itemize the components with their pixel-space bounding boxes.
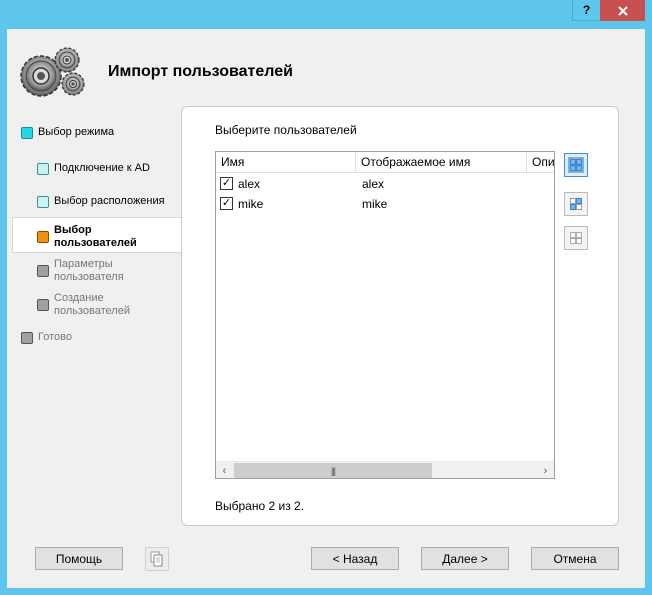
copy-log-button[interactable] — [145, 547, 169, 571]
step-indicator — [37, 265, 49, 277]
column-header-display-name[interactable]: Отображаемое имя — [356, 152, 527, 173]
step-indicator — [37, 162, 49, 175]
step-label: Готово — [38, 331, 72, 343]
step-label: Параметры пользователя — [54, 258, 124, 283]
list-item[interactable]: ✓ mike mike — [216, 194, 554, 214]
invert-selection-button[interactable] — [564, 192, 588, 216]
row-display-name: alex — [362, 177, 385, 191]
step-select-location: Выбор расположения — [37, 195, 165, 208]
step-user-parameters: Параметры пользователя — [37, 258, 124, 284]
titlebar: ? — [0, 0, 652, 29]
copy-icon — [150, 551, 163, 567]
row-name: mike — [238, 197, 264, 211]
step-indicator — [37, 231, 49, 243]
deselect-all-icon — [570, 232, 582, 244]
step-select-users: Выбор пользователей — [37, 224, 137, 250]
back-button[interactable]: < Назад — [311, 547, 399, 570]
help-title-button[interactable]: ? — [572, 0, 600, 21]
step-indicator — [37, 195, 49, 208]
step-create-users: Создание пользователей — [37, 292, 130, 318]
help-button[interactable]: Помощь — [35, 547, 123, 570]
step-label: Создание пользователей — [54, 292, 130, 317]
page-title: Импорт пользователей — [108, 63, 293, 80]
row-checkbox[interactable]: ✓ — [220, 197, 233, 210]
users-list[interactable]: Имя Отображаемое имя Опи ✓ alex alex ✓ m… — [215, 151, 555, 479]
step-indicator — [21, 126, 33, 139]
column-header-description[interactable]: Опи — [527, 152, 554, 173]
list-header: Имя Отображаемое имя Опи — [216, 152, 554, 173]
next-button[interactable]: Далее > — [421, 547, 509, 570]
step-label: Выбор режима — [38, 126, 115, 138]
select-users-label: Выберите пользователей — [215, 123, 357, 137]
scroll-thumb[interactable]: ||| — [234, 463, 432, 478]
list-item[interactable]: ✓ alex alex — [216, 174, 554, 194]
step-label: Выбор пользователей — [54, 224, 137, 249]
scroll-right-icon[interactable]: › — [537, 462, 554, 478]
dialog-client: Импорт пользователей Выбор режима Подклю… — [7, 29, 645, 588]
step-select-mode: Выбор режима — [21, 126, 114, 139]
content-panel: Выберите пользователей Имя Отображаемое … — [181, 106, 619, 526]
cancel-button[interactable]: Отмена — [531, 547, 619, 570]
deselect-all-button[interactable] — [564, 226, 588, 250]
row-name: alex — [238, 177, 261, 191]
step-label: Подключение к AD — [54, 162, 150, 174]
gears-icon — [20, 47, 85, 97]
select-all-button[interactable] — [564, 153, 588, 177]
step-indicator — [21, 331, 33, 344]
column-header-name[interactable]: Имя — [216, 152, 356, 173]
step-done: Готово — [21, 331, 72, 344]
select-all-icon — [568, 157, 584, 173]
step-label: Выбор расположения — [54, 195, 165, 207]
selection-status: Выбрано 2 из 2. — [215, 499, 305, 513]
scroll-left-icon[interactable]: ‹ — [216, 462, 233, 478]
dialog-window: ? Импорт пользователей Выбор режима Подк… — [0, 0, 652, 595]
row-checkbox[interactable]: ✓ — [220, 177, 233, 190]
close-button[interactable] — [600, 0, 645, 21]
horizontal-scrollbar[interactable]: ‹ ||| › — [216, 461, 554, 478]
row-display-name: mike — [362, 197, 388, 211]
step-indicator — [37, 299, 49, 311]
close-icon — [617, 5, 628, 16]
invert-selection-icon — [570, 198, 582, 210]
step-ad-connection: Подключение к AD — [37, 162, 150, 175]
